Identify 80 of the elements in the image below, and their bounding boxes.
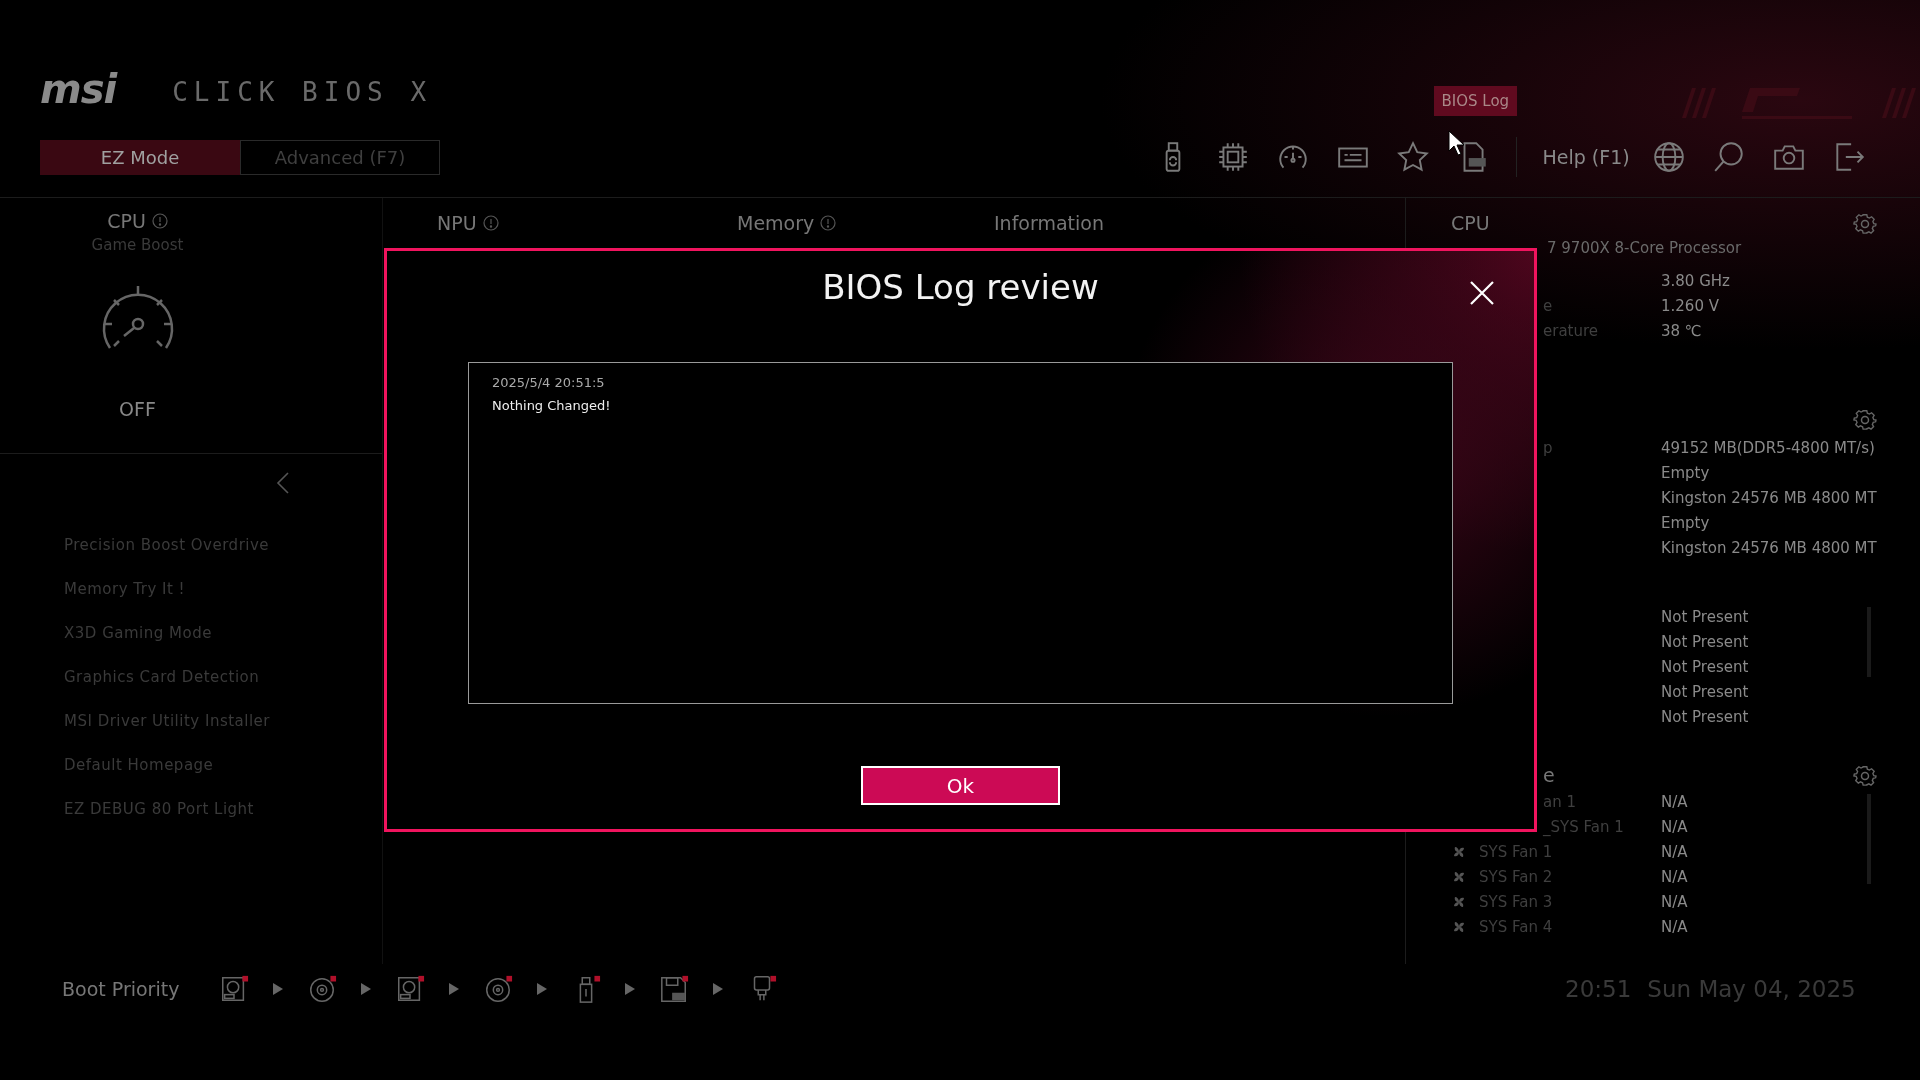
section-title[interactable]: NPU — [437, 212, 477, 234]
row-value: 1.260 V — [1661, 296, 1720, 315]
row-value: N/A — [1661, 892, 1689, 911]
triangle-arrow-icon — [361, 982, 372, 995]
row-value: Not Present — [1661, 657, 1750, 676]
triangle-arrow-icon — [449, 982, 460, 995]
row-value: Kingston 24576 MB 4800 MT — [1661, 538, 1877, 557]
processor-name: 7 9700X 8-Core Processor — [1546, 239, 1743, 257]
feature-item[interactable]: Graphics Card Detection — [64, 668, 382, 686]
row-label: SYS Fan 4 — [1479, 917, 1553, 936]
row-value: N/A — [1661, 917, 1689, 936]
cursor-icon — [1447, 130, 1466, 156]
feature-item[interactable]: MSI Driver Utility Installer — [64, 712, 382, 730]
chevron-left-icon[interactable] — [276, 472, 290, 494]
product-title: CLICK BIOS X — [172, 79, 433, 109]
row-value: Not Present — [1661, 682, 1750, 701]
section-title: e — [1542, 764, 1555, 786]
help-link[interactable]: Help (F1) — [1542, 146, 1630, 168]
row-value: 38 ℃ — [1661, 321, 1703, 340]
row-value: Empty — [1661, 513, 1711, 532]
feature-item[interactable]: EZ DEBUG 80 Port Light — [64, 800, 382, 818]
feature-item[interactable]: Default Homepage — [64, 756, 382, 774]
row-label: SYS Fan 2 — [1479, 867, 1553, 886]
boost-state[interactable]: OFF — [119, 398, 156, 420]
ok-button[interactable]: Ok — [861, 766, 1060, 805]
row-value: 49152 MB(DDR5-4800 MT/s) — [1661, 438, 1876, 457]
scrollbar[interactable] — [1866, 607, 1871, 677]
mode-tab[interactable]: Advanced (F7) — [240, 139, 440, 175]
star-icon[interactable] — [1395, 140, 1430, 174]
globe-icon[interactable] — [1651, 140, 1686, 174]
section-title[interactable]: Information — [994, 212, 1104, 234]
info-icon[interactable] — [151, 213, 168, 229]
close-button[interactable] — [1468, 279, 1496, 307]
brand-logo: msi — [40, 69, 117, 109]
row-value: Not Present — [1661, 607, 1750, 626]
row-value: 3.80 GHz — [1661, 271, 1731, 290]
feature-item[interactable]: Precision Boost Overdrive — [64, 536, 382, 554]
hard-drive-icon[interactable] — [219, 973, 250, 1004]
row-label: an 1 — [1543, 792, 1576, 811]
section-title: CPU — [107, 210, 146, 232]
triangle-arrow-icon — [273, 982, 284, 995]
row-value: N/A — [1661, 842, 1689, 861]
row-value: Not Present — [1661, 632, 1750, 651]
section-title: CPU — [1451, 212, 1490, 234]
row-label: e — [1543, 296, 1553, 315]
feature-item[interactable]: X3D Gaming Mode — [64, 624, 382, 642]
section-title[interactable]: Memory — [737, 212, 815, 234]
settings-icon[interactable] — [1852, 212, 1877, 236]
row-value: N/A — [1661, 817, 1689, 836]
row-value: N/A — [1661, 867, 1689, 886]
hard-drive-icon[interactable] — [395, 973, 426, 1004]
tooltip: BIOS Log — [1433, 86, 1518, 116]
row-value: Not Present — [1661, 707, 1750, 726]
row-value: Kingston 24576 MB 4800 MT — [1661, 488, 1877, 507]
boot-priority-label: Boot Priority — [62, 977, 180, 1000]
feature-item[interactable]: Memory Try It ! — [64, 580, 382, 598]
row-value: N/A — [1661, 792, 1689, 811]
mode-tab[interactable]: EZ Mode — [40, 139, 240, 175]
disc-icon[interactable] — [307, 973, 338, 1004]
log-message: Nothing Changed! — [492, 398, 612, 413]
row-label: p — [1543, 438, 1553, 457]
dialog-title: BIOS Log review — [822, 267, 1099, 307]
row-value: Empty — [1661, 463, 1711, 482]
triangle-arrow-icon — [625, 982, 636, 995]
date-text: Sun May 04, 2025 — [1647, 975, 1856, 1002]
info-icon[interactable] — [482, 215, 499, 231]
triangle-arrow-icon — [537, 982, 548, 995]
triangle-arrow-icon — [713, 982, 724, 995]
disc-icon[interactable] — [483, 973, 514, 1004]
info-icon[interactable] — [820, 215, 837, 231]
row-label: erature — [1543, 321, 1599, 340]
settings-icon[interactable] — [1852, 408, 1877, 432]
log-timestamp: 2025/5/4 20:51:5 — [492, 375, 606, 390]
row-label: SYS Fan 3 — [1479, 892, 1553, 911]
scrollbar[interactable] — [1866, 794, 1871, 884]
section-subtitle: Game Boost — [91, 236, 184, 254]
row-label: _SYS Fan 1 — [1543, 817, 1624, 836]
time-text: 20:51 — [1565, 975, 1632, 1002]
settings-icon[interactable] — [1852, 764, 1877, 788]
row-label: SYS Fan 1 — [1479, 842, 1553, 861]
